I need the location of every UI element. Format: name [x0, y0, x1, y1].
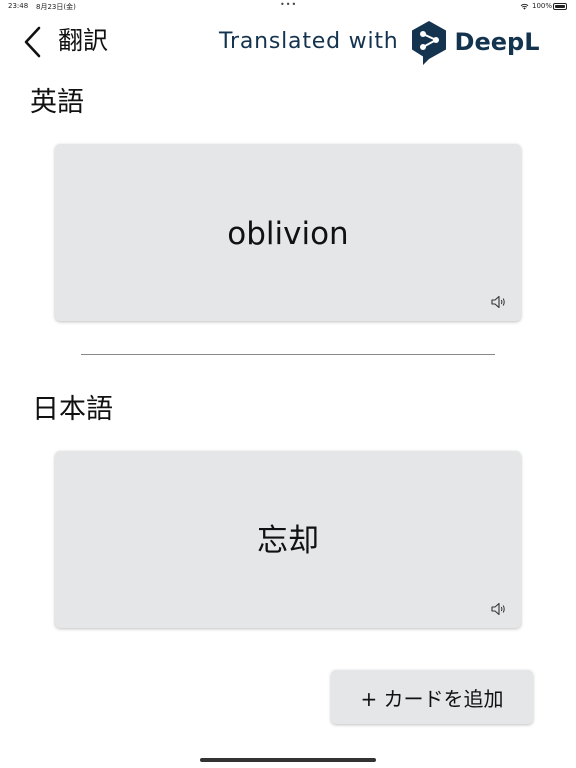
target-word-card[interactable]: 忘却 [55, 451, 521, 628]
battery-percentage: 100% [532, 2, 553, 10]
translation-screen: 23:48 8月23日(金) ••• 100% 翻訳 Translated wi… [0, 0, 576, 768]
page-title: 翻訳 [58, 26, 109, 55]
add-card-button[interactable]: + カードを追加 [331, 670, 533, 724]
source-word: oblivion [227, 216, 349, 252]
status-time: 23:48 [8, 2, 29, 10]
deepl-logo-icon [411, 21, 446, 65]
home-indicator[interactable] [200, 758, 376, 762]
back-button[interactable] [14, 24, 50, 60]
speaker-icon[interactable] [491, 295, 507, 309]
divider [81, 354, 495, 355]
target-language-label: 日本語 [32, 394, 113, 425]
multitasking-dots-icon[interactable]: ••• [280, 0, 297, 9]
status-date: 8月23日(金) [36, 3, 76, 11]
source-language-label: 英語 [30, 87, 84, 118]
target-word: 忘却 [257, 523, 319, 559]
deepl-credit: Translated with DeepL [219, 20, 540, 65]
source-word-card[interactable]: oblivion [55, 144, 521, 321]
battery-icon [553, 3, 567, 10]
deepl-brand: DeepL [454, 28, 540, 56]
wifi-icon [520, 3, 529, 10]
speaker-icon[interactable] [491, 602, 507, 616]
status-bar: 23:48 8月23日(金) ••• 100% [0, 0, 576, 14]
chevron-left-icon [24, 26, 41, 58]
credit-text: Translated with [219, 29, 399, 54]
